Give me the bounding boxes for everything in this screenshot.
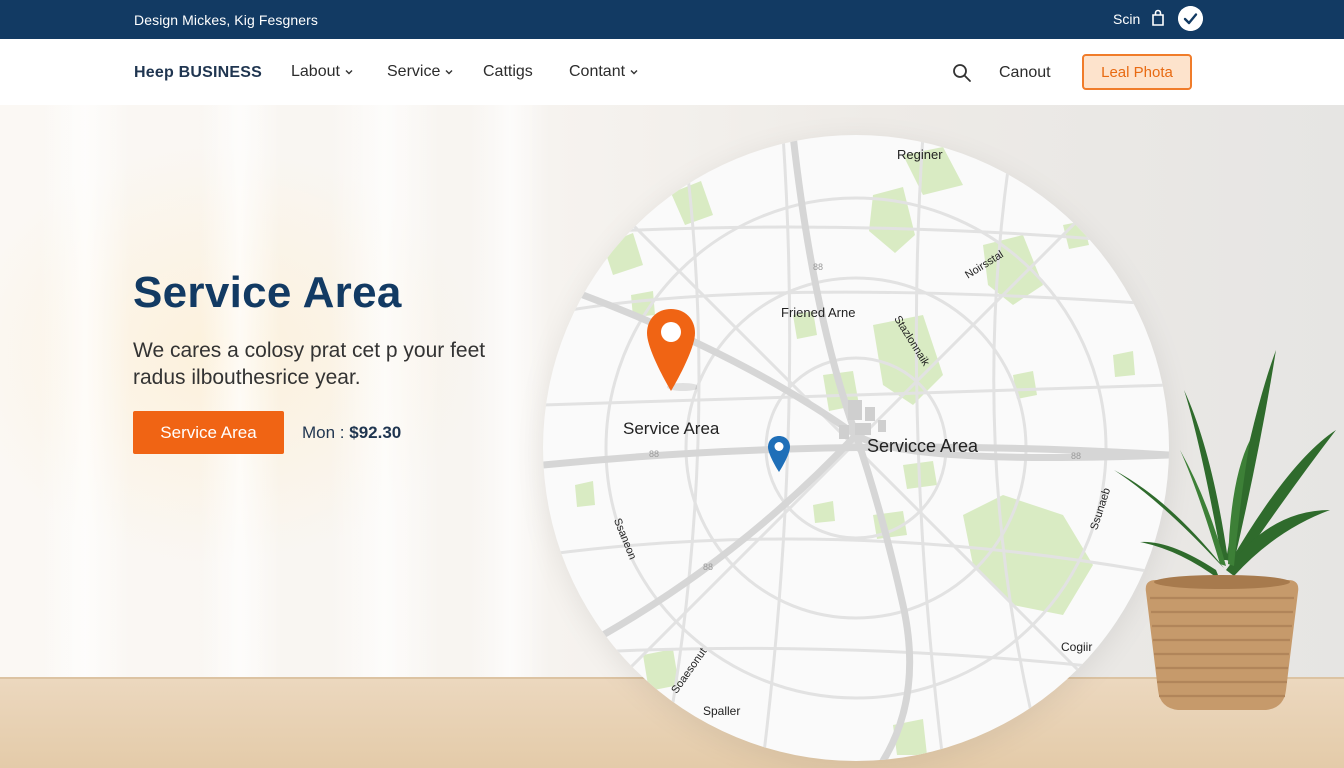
search-icon[interactable] <box>952 63 972 83</box>
chevron-down-icon <box>345 70 353 75</box>
map-label-friened-arne: Friened Arne <box>781 305 856 320</box>
orange-location-pin-icon[interactable] <box>645 307 697 395</box>
nav-item-labout[interactable]: Labout <box>291 63 353 81</box>
nav-item-contant[interactable]: Contant <box>569 63 638 81</box>
service-area-button[interactable]: Service Area <box>133 411 284 454</box>
chevron-down-icon <box>630 70 638 75</box>
nav-item-label: Labout <box>291 63 340 80</box>
map-label-service-area-pin: Service Area <box>623 419 720 438</box>
top-bar: Design Mickes, Kig Fesgners Scin <box>0 0 1344 39</box>
price-value: $92.30 <box>349 423 402 442</box>
map-streets: 88 88 88 88 <box>543 135 1169 761</box>
nav-link-canout[interactable]: Canout <box>999 64 1051 82</box>
nav-item-label: Contant <box>569 63 626 80</box>
hero-section: Service Area We cares a colosy prat cet … <box>0 105 1344 768</box>
svg-text:88: 88 <box>1071 451 1081 461</box>
blue-location-pin-icon[interactable] <box>767 435 791 473</box>
svg-text:88: 88 <box>703 562 713 572</box>
potted-plant-decoration <box>1114 350 1336 710</box>
map-label-cogiir: Cogiir <box>1061 640 1093 654</box>
nav-item-label: Service <box>387 63 441 80</box>
top-bar-tagline: Design Mickes, Kig Fesgners <box>134 12 318 28</box>
sign-in-link[interactable]: Scin <box>1113 11 1140 27</box>
main-navigation: Heep BUSINESS Labout Service Cattigs Con… <box>0 39 1344 105</box>
nav-item-service[interactable]: Service <box>387 63 453 81</box>
service-area-map[interactable]: 88 88 88 88 Reginer Friened Arne Service… <box>543 135 1169 761</box>
checkmark-icon[interactable] <box>1178 6 1203 31</box>
price-display: Mon : $92.30 <box>302 423 401 443</box>
hero-description: We cares a colosy prat cet p your feet r… <box>133 339 486 389</box>
curtain-fold <box>40 105 130 685</box>
shopping-bag-icon[interactable] <box>1150 9 1166 27</box>
nav-item-cattigs[interactable]: Cattigs <box>483 63 533 81</box>
price-label: Mon : <box>302 423 345 442</box>
curtain-fold <box>200 105 280 685</box>
map-label-service-area-main: Servicce Area <box>867 436 979 456</box>
nav-item-label: Cattigs <box>483 63 533 80</box>
svg-text:88: 88 <box>649 449 659 459</box>
map-label-spaller: Spaller <box>703 704 741 718</box>
hero-title: Service Area <box>133 268 402 317</box>
curtain-fold <box>330 105 440 685</box>
brand-logo[interactable]: Heep BUSINESS <box>134 64 262 82</box>
curtain-fold <box>470 105 550 685</box>
svg-text:88: 88 <box>813 262 823 272</box>
chevron-down-icon <box>445 70 453 75</box>
map-label-reginer: Reginer <box>897 147 943 162</box>
header-cta-button[interactable]: Leal Phota <box>1082 54 1192 90</box>
